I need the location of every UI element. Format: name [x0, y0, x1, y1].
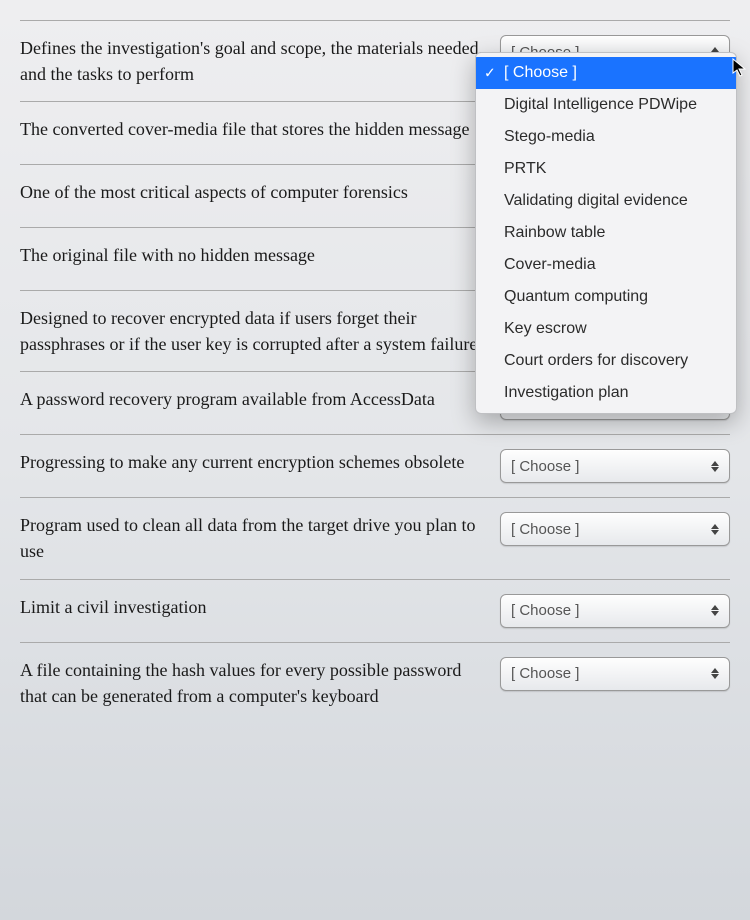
prompt-text: The converted cover-media file that stor…: [20, 116, 490, 142]
dropdown-option[interactable]: Quantum computing: [476, 281, 736, 313]
select-value: [ Choose ]: [511, 665, 579, 682]
dropdown-option[interactable]: Validating digital evidence: [476, 185, 736, 217]
match-row: A file containing the hash values for ev…: [20, 642, 730, 723]
updown-caret-icon: [711, 667, 721, 681]
check-icon: ✓: [484, 63, 496, 84]
match-row: Program used to clean all data from the …: [20, 497, 730, 578]
select-wrap: [ Choose ]: [500, 594, 730, 628]
option-label: Stego-media: [504, 128, 595, 145]
dropdown-option[interactable]: Cover-media: [476, 249, 736, 281]
answer-select[interactable]: [ Choose ]: [500, 594, 730, 628]
select-wrap: [ Choose ]: [500, 657, 730, 691]
prompt-text: A file containing the hash values for ev…: [20, 657, 490, 709]
prompt-text: Defines the investigation's goal and sco…: [20, 35, 490, 87]
option-label: PRTK: [504, 160, 546, 177]
select-wrap: [ Choose ]: [500, 512, 730, 546]
dropdown-option[interactable]: PRTK: [476, 153, 736, 185]
updown-caret-icon: [711, 604, 721, 618]
dropdown-option[interactable]: Digital Intelligence PDWipe: [476, 89, 736, 121]
answer-select[interactable]: [ Choose ]: [500, 449, 730, 483]
answer-dropdown-menu[interactable]: ✓ [ Choose ] Digital Intelligence PDWipe…: [475, 52, 737, 414]
option-label: Rainbow table: [504, 224, 605, 241]
match-row: Limit a civil investigation [ Choose ]: [20, 579, 730, 642]
answer-select[interactable]: [ Choose ]: [500, 512, 730, 546]
prompt-text: Designed to recover encrypted data if us…: [20, 305, 490, 357]
option-label: Court orders for discovery: [504, 352, 688, 369]
select-value: [ Choose ]: [511, 602, 579, 619]
prompt-text: One of the most critical aspects of comp…: [20, 179, 490, 205]
match-row: Progressing to make any current encrypti…: [20, 434, 730, 497]
prompt-text: Limit a civil investigation: [20, 594, 490, 620]
dropdown-option[interactable]: Stego-media: [476, 121, 736, 153]
dropdown-option[interactable]: Investigation plan: [476, 377, 736, 409]
prompt-text: A password recovery program available fr…: [20, 386, 490, 412]
updown-caret-icon: [711, 459, 721, 473]
updown-caret-icon: [711, 522, 721, 536]
option-label: Cover-media: [504, 256, 596, 273]
dropdown-option[interactable]: Rainbow table: [476, 217, 736, 249]
select-wrap: [ Choose ]: [500, 449, 730, 483]
select-value: [ Choose ]: [511, 521, 579, 538]
option-label: Digital Intelligence PDWipe: [504, 96, 697, 113]
dropdown-option[interactable]: Key escrow: [476, 313, 736, 345]
option-label: Quantum computing: [504, 288, 648, 305]
option-label: Investigation plan: [504, 384, 629, 401]
prompt-text: Progressing to make any current encrypti…: [20, 449, 490, 475]
dropdown-option[interactable]: ✓ [ Choose ]: [476, 57, 736, 89]
dropdown-option[interactable]: Court orders for discovery: [476, 345, 736, 377]
option-label: Validating digital evidence: [504, 192, 688, 209]
option-label: Key escrow: [504, 320, 587, 337]
prompt-text: The original file with no hidden message: [20, 242, 490, 268]
select-value: [ Choose ]: [511, 458, 579, 475]
option-label: [ Choose ]: [504, 64, 577, 81]
answer-select[interactable]: [ Choose ]: [500, 657, 730, 691]
prompt-text: Program used to clean all data from the …: [20, 512, 490, 564]
